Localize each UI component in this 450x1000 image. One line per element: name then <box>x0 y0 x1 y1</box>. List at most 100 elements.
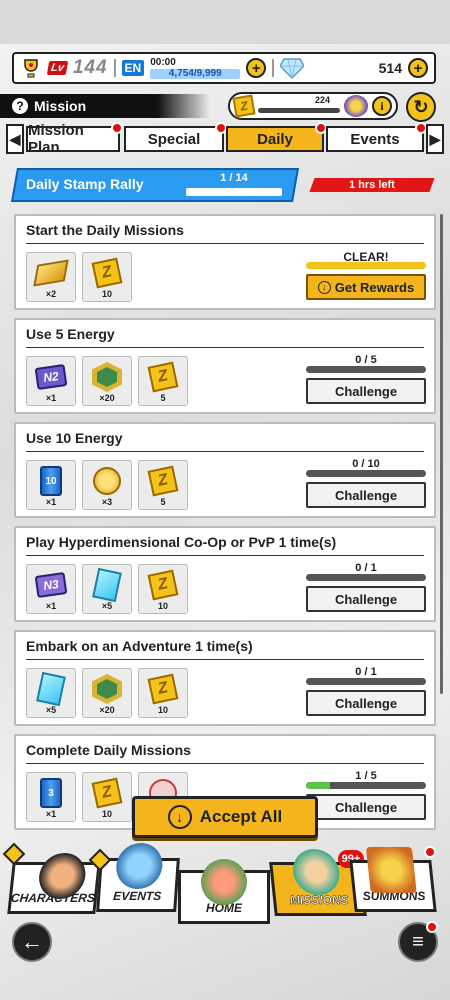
reward-item[interactable]: Z 5 <box>138 460 188 510</box>
accept-all-button[interactable]: ↓ Accept All <box>132 796 318 838</box>
tab-next-arrow[interactable]: ▶ <box>426 124 444 154</box>
gem-count: 514 <box>378 60 402 76</box>
reward-item[interactable]: ×20 <box>82 668 132 718</box>
n3-ticket-icon: N3 <box>34 570 68 600</box>
reward-qty: 5 <box>160 393 166 403</box>
time-left-text: 1 hrs left <box>349 179 395 191</box>
progress-fill <box>306 782 330 789</box>
z-point-count: 224 <box>314 95 330 105</box>
gold-coin-icon <box>92 466 122 496</box>
energy-can-icon: 10 <box>36 466 66 496</box>
reward-qty: 10 <box>101 809 112 819</box>
tab-label: Special <box>147 130 201 148</box>
mission-title: Play Hyperdimensional Co-Op or PvP 1 tim… <box>26 534 337 550</box>
button-label: Challenge <box>334 591 398 607</box>
notification-dot <box>111 122 123 134</box>
challenge-button[interactable]: Challenge <box>306 378 426 404</box>
back-button[interactable]: ← <box>12 922 52 962</box>
progress-bar <box>306 470 426 477</box>
z-point-icon: Z <box>147 361 179 393</box>
nav-events[interactable]: EVENTS <box>96 843 180 912</box>
nav-characters[interactable]: CHARACTERS <box>7 853 101 914</box>
energy-bar: 4,754/9,999 <box>150 69 241 79</box>
nav-label: EVENTS <box>112 889 162 903</box>
mission-card: Start the Daily Missions ×2 Z 10 CLEAR! ↓… <box>14 214 436 310</box>
reward-character-icon <box>344 95 368 117</box>
blue-card-icon <box>36 671 66 707</box>
energy-tag: EN <box>121 60 145 76</box>
add-gems-button[interactable]: + <box>408 58 428 78</box>
tab-prev-arrow[interactable]: ◀ <box>6 124 24 154</box>
gem-icon <box>279 57 306 80</box>
nav-home[interactable]: HOME <box>178 859 270 924</box>
nav-summons[interactable]: SUMMONS <box>349 847 437 912</box>
reward-qty: ×2 <box>45 289 57 299</box>
reward-item[interactable]: ×20 <box>82 356 132 406</box>
progress-text: 0 / 1 <box>355 666 377 678</box>
refresh-button[interactable]: ↻ <box>406 92 436 122</box>
progress-bar <box>306 366 426 373</box>
reward-qty: ×20 <box>99 393 115 403</box>
reward-qty: 10 <box>157 601 168 611</box>
button-label: Challenge <box>334 799 398 815</box>
z-point-progress: 224 <box>258 95 340 115</box>
divider <box>26 347 424 348</box>
z-point-bar[interactable]: Z 224 i <box>228 92 398 120</box>
help-icon[interactable]: ? <box>12 98 28 114</box>
z-point-icon: Z <box>147 569 179 601</box>
reward-qty: 5 <box>160 497 166 507</box>
challenge-button[interactable]: Challenge <box>306 482 426 508</box>
summons-icon <box>365 847 417 893</box>
reward-qty: ×1 <box>45 393 57 403</box>
reward-item[interactable]: N2 ×1 <box>26 356 76 406</box>
challenge-button[interactable]: Challenge <box>306 794 426 820</box>
reward-item[interactable]: 10 ×1 <box>26 460 76 510</box>
progress-text: 0 / 1 <box>355 562 377 574</box>
energy-timer: 00:00 <box>150 57 176 68</box>
mission-list[interactable]: Start the Daily Missions ×2 Z 10 CLEAR! ↓… <box>14 214 436 834</box>
tab-special[interactable]: Special <box>124 122 227 152</box>
stamp-rally-bar <box>186 188 282 196</box>
progress-text: 0 / 10 <box>352 458 380 470</box>
reward-qty: ×20 <box>99 705 115 715</box>
nav-label: MISSIONS <box>289 893 350 908</box>
mission-card: Play Hyperdimensional Co-Op or PvP 1 tim… <box>14 526 436 622</box>
level-tag: Lv <box>46 61 69 75</box>
reward-item[interactable]: N3 ×1 <box>26 564 76 614</box>
download-icon: ↓ <box>317 280 331 294</box>
tab-daily[interactable]: Daily <box>226 122 327 152</box>
download-icon: ↓ <box>167 805 192 829</box>
events-icon <box>114 843 164 889</box>
divider <box>26 451 424 452</box>
menu-button[interactable]: ≡ <box>398 921 438 962</box>
reward-qty: ×1 <box>45 601 57 611</box>
scrollbar[interactable] <box>440 214 443 694</box>
reward-item[interactable]: Z 10 <box>138 564 188 614</box>
mission-title: Start the Daily Missions <box>26 222 184 238</box>
energy-value: 4,754/9,999 <box>168 69 222 79</box>
challenge-button[interactable]: Challenge <box>306 690 426 716</box>
challenge-button[interactable]: Challenge <box>306 586 426 612</box>
divider <box>26 555 424 556</box>
reward-qty: ×3 <box>101 497 113 507</box>
reward-item[interactable]: ×5 <box>26 668 76 718</box>
reward-item[interactable]: Z 5 <box>138 356 188 406</box>
reward-item[interactable]: 3 ×1 <box>26 772 76 822</box>
tab-mission-plan[interactable]: Mission Plan <box>26 122 123 156</box>
reward-item[interactable]: ×3 <box>82 460 132 510</box>
info-icon[interactable]: i <box>372 96 392 116</box>
get-rewards-button[interactable]: ↓ Get Rewards <box>306 274 426 300</box>
trophy-icon[interactable] <box>20 58 42 78</box>
button-label: Challenge <box>334 487 398 503</box>
reward-item[interactable]: Z 10 <box>82 772 132 822</box>
reward-item[interactable]: ×5 <box>82 564 132 614</box>
time-left-badge: 1 hrs left <box>309 178 435 192</box>
reward-item[interactable]: Z 10 <box>82 252 132 302</box>
add-energy-button[interactable]: + <box>246 58 267 78</box>
reward-item[interactable]: ×2 <box>26 252 76 302</box>
reward-item[interactable]: Z 10 <box>138 668 188 718</box>
reward-qty: ×5 <box>45 705 57 715</box>
blue-card-icon <box>92 567 122 603</box>
button-label: Get Rewards <box>334 279 415 295</box>
tab-events[interactable]: Events <box>326 122 427 152</box>
